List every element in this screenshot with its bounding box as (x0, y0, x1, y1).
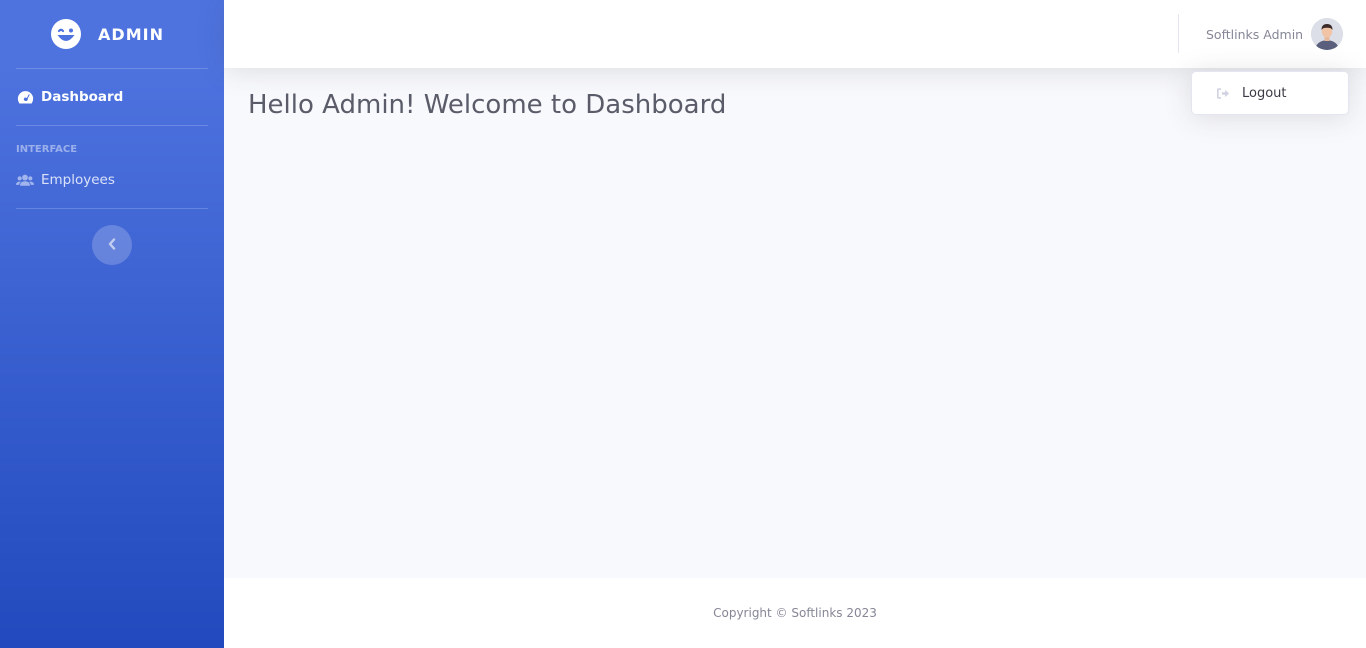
topbar-divider (1178, 14, 1179, 53)
users-icon (16, 171, 34, 189)
sidebar-toggle-wrap (0, 209, 224, 265)
logout-label: Logout (1242, 85, 1287, 101)
sidebar-toggle-button[interactable] (92, 225, 132, 265)
copyright-text: Copyright © Softlinks 2023 (713, 606, 877, 620)
sidebar-item-employees[interactable]: Employees (0, 160, 224, 200)
user-dropdown-menu: Logout (1191, 71, 1349, 115)
footer: Copyright © Softlinks 2023 (224, 578, 1366, 648)
sidebar: ADMIN Dashboard Interface Employees (0, 0, 224, 648)
main-content: Hello Admin! Welcome to Dashboard (224, 68, 1366, 578)
sign-out-icon (1216, 86, 1230, 100)
topbar: Softlinks Admin (224, 0, 1366, 68)
logout-menu-item[interactable]: Logout (1192, 72, 1348, 114)
brand-link[interactable]: ADMIN (0, 0, 224, 68)
chevron-left-icon (108, 237, 116, 253)
sidebar-item-label: Dashboard (41, 89, 124, 105)
sidebar-heading: Interface (16, 144, 78, 155)
user-name: Softlinks Admin (1206, 26, 1304, 42)
tachometer-icon (16, 88, 34, 106)
page-title: Hello Admin! Welcome to Dashboard (248, 90, 727, 120)
brand-text: ADMIN (98, 24, 164, 44)
user-menu-toggle[interactable]: Softlinks Admin (1194, 0, 1366, 68)
user-avatar (1311, 18, 1344, 50)
sidebar-item-dashboard[interactable]: Dashboard (0, 69, 224, 125)
laugh-wink-icon (50, 18, 82, 50)
sidebar-item-label: Employees (41, 172, 115, 188)
